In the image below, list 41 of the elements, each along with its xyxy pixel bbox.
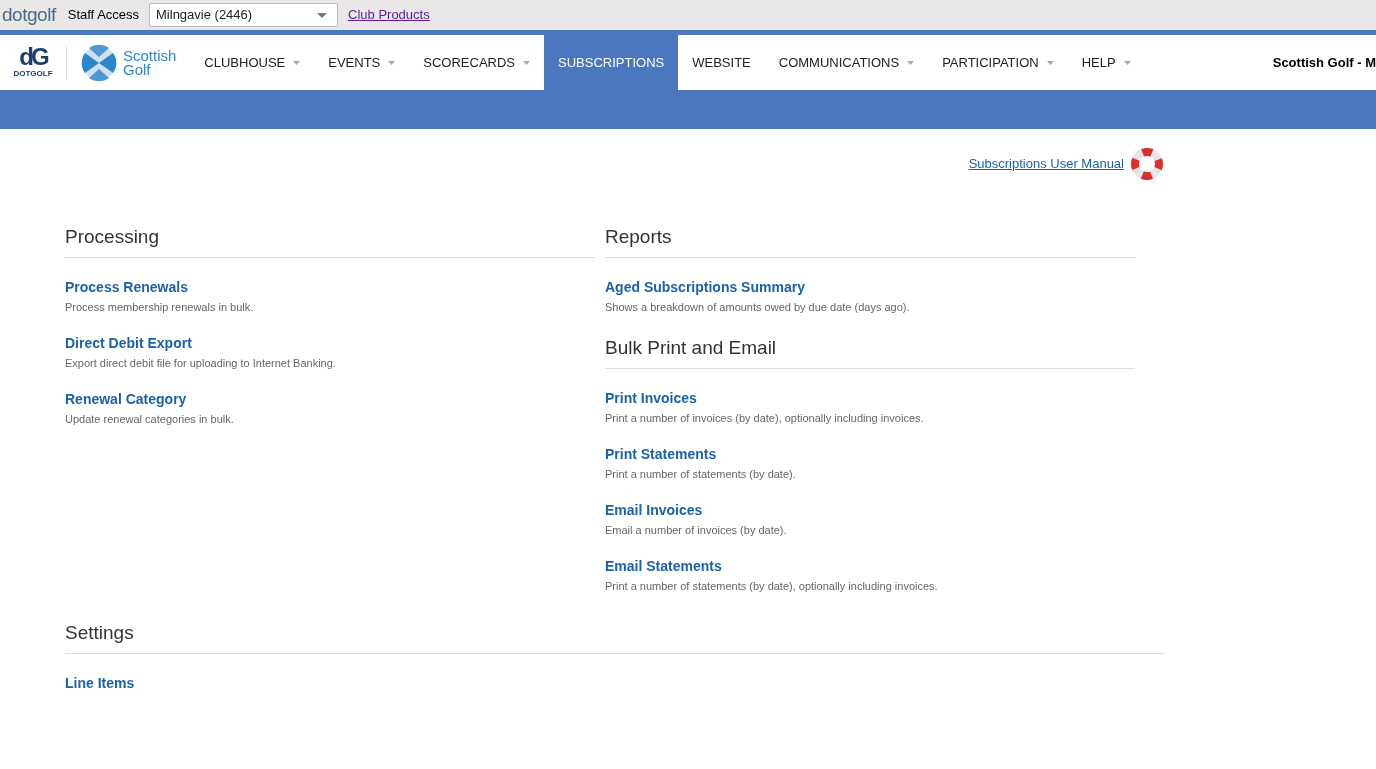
nav-tab[interactable]: SUBSCRIPTIONS: [544, 35, 679, 90]
nav-tab[interactable]: COMMUNICATIONS: [764, 35, 929, 90]
link-description: Print a number of statements (by date).: [605, 467, 797, 481]
link-description: Process membership renewals in bulk.: [65, 300, 255, 314]
link-description: Update renewal categories in bulk.: [65, 412, 235, 426]
nav-tab[interactable]: EVENTS: [314, 35, 410, 90]
dotgolf-brand-mark: dG: [19, 45, 47, 68]
section-link[interactable]: Line Items: [65, 674, 135, 692]
section-link[interactable]: Email Invoices: [605, 501, 703, 519]
dotgolf-caption: DOTGOLF: [13, 67, 53, 80]
nav-tab[interactable]: HELP: [1067, 35, 1145, 90]
link-description: Export direct debit file for uploading to Internet Banking.: [65, 356, 337, 370]
section-link[interactable]: Email Statements: [605, 557, 722, 575]
club-products-link[interactable]: Club Products: [348, 5, 430, 25]
nav-tab[interactable]: WEBSITE: [678, 35, 765, 90]
section-link[interactable]: Direct Debit Export: [65, 334, 192, 352]
scottish-golf-logo-text: Scottish Golf: [123, 48, 177, 77]
user-manual-link[interactable]: Subscriptions User Manual: [968, 154, 1124, 174]
dropdown-arrow-icon: [317, 12, 328, 18]
globe-icon: [81, 44, 117, 81]
club-select[interactable]: Milngavie (2446): [149, 3, 339, 27]
link-description: Print a number of invoices (by date), optionally including invoices.: [605, 411, 925, 425]
dotgolf-logo: dotgolf: [2, 2, 56, 27]
section-link[interactable]: Renewal Category: [65, 390, 187, 408]
section-link[interactable]: Process Renewals: [65, 278, 188, 296]
section-heading: Reports: [605, 225, 1135, 258]
section-heading: Bulk Print and Email: [605, 336, 1135, 369]
nav-tab[interactable]: SCORECARDS: [409, 35, 545, 90]
link-description: Shows a breakdown of amounts owed by due date (days ago).: [605, 300, 911, 314]
lifebuoy-icon: [1130, 147, 1164, 181]
link-description: Email a number of invoices (by date).: [605, 523, 788, 537]
user-name: Scottish Golf - M: [1272, 53, 1376, 72]
link-description: Print a number of statements (by date), optionally including invoices.: [605, 579, 939, 593]
section-heading: Processing: [65, 225, 595, 258]
nav-tab[interactable]: CLUBHOUSE: [190, 35, 315, 90]
section-link[interactable]: Aged Subscriptions Summary: [605, 278, 805, 296]
section-link[interactable]: Print Invoices: [605, 389, 697, 407]
nav-tab[interactable]: PARTICIPATION: [928, 35, 1068, 90]
staff-access-label: Staff Access: [67, 6, 140, 25]
section-heading: Settings: [65, 621, 1164, 654]
section-link[interactable]: Print Statements: [605, 445, 717, 463]
